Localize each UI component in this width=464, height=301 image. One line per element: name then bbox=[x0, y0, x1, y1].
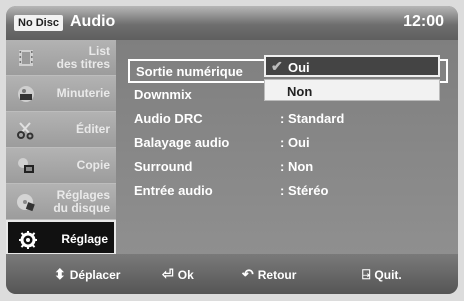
sidebar-item-label: List des titres bbox=[56, 43, 110, 71]
row-value: : Non bbox=[280, 159, 314, 174]
footer-move: ⬍ Déplacer bbox=[54, 266, 120, 283]
footer-ok-label: Ok bbox=[177, 267, 194, 282]
enter-icon: ⏎ bbox=[162, 266, 174, 282]
disc-settings-icon bbox=[17, 194, 35, 212]
footer-back: ↶ Retour bbox=[242, 266, 296, 283]
return-arrow-icon: ↶ bbox=[242, 266, 254, 282]
tv-frame: No Disc Audio 12:00 List des titres Minu… bbox=[0, 0, 464, 301]
footer-ok: ⏎ Ok bbox=[162, 266, 194, 283]
option-oui[interactable]: ✔ Oui bbox=[264, 55, 440, 77]
sidebar-item-copy[interactable]: Copie bbox=[6, 148, 116, 184]
gear-icon bbox=[19, 231, 37, 249]
osd-screen: No Disc Audio 12:00 List des titres Minu… bbox=[6, 6, 458, 294]
option-label: Non bbox=[287, 84, 313, 99]
sidebar-item-label: Minuterie bbox=[56, 86, 110, 100]
exit-door-icon: ⍈ bbox=[362, 266, 371, 282]
film-strip-icon bbox=[19, 50, 33, 66]
disc-status-badge: No Disc bbox=[14, 15, 63, 31]
sidebar-item-label: Réglages du disque bbox=[53, 187, 110, 215]
timer-record-icon bbox=[18, 86, 34, 102]
footer-bar: ⬍ Déplacer ⏎ Ok ↶ Retour ⍈ Quit. bbox=[6, 254, 458, 294]
header-bar: No Disc Audio 12:00 bbox=[6, 6, 458, 40]
sidebar-item-label: Copie bbox=[76, 158, 110, 172]
row-value: : Stéréo bbox=[280, 183, 329, 198]
up-down-arrow-icon: ⬍ bbox=[54, 266, 66, 282]
row-label: Audio DRC bbox=[134, 111, 203, 126]
sidebar-item-edit[interactable]: Éditer bbox=[6, 112, 116, 148]
settings-row-audio-input[interactable]: Entrée audio : Stéréo bbox=[128, 179, 448, 201]
footer-exit-label: Quit. bbox=[374, 267, 402, 282]
page-title: Audio bbox=[70, 13, 116, 30]
footer-back-label: Retour bbox=[257, 267, 297, 282]
sidebar-item-title-list[interactable]: List des titres bbox=[6, 40, 116, 76]
scissors-icon bbox=[17, 122, 34, 140]
settings-row-audio-scan[interactable]: Balayage audio : Oui bbox=[128, 131, 448, 153]
copy-icon bbox=[18, 158, 34, 173]
footer-move-label: Déplacer bbox=[69, 267, 121, 282]
sidebar-item-setup[interactable]: Réglage bbox=[6, 220, 116, 255]
option-non[interactable]: Non bbox=[264, 79, 440, 101]
clock: 12:00 bbox=[403, 13, 444, 30]
sidebar: List des titres Minuterie Éditer Copie R… bbox=[6, 40, 116, 255]
sidebar-item-timer[interactable]: Minuterie bbox=[6, 76, 116, 112]
sidebar-item-disc-settings[interactable]: Réglages du disque bbox=[6, 184, 116, 220]
row-label: Sortie numérique bbox=[136, 64, 243, 79]
sidebar-item-label: Éditer bbox=[75, 122, 110, 136]
row-label: Surround bbox=[134, 159, 193, 174]
row-label: Entrée audio bbox=[134, 183, 213, 198]
digital-output-dropdown[interactable]: ✔ Oui Non bbox=[264, 55, 440, 103]
footer-exit: ⍈ Quit. bbox=[362, 266, 402, 283]
row-value: : Standard bbox=[280, 111, 345, 126]
row-label: Balayage audio bbox=[134, 135, 230, 150]
checkmark-icon: ✔ bbox=[271, 58, 283, 74]
option-label: Oui bbox=[288, 60, 310, 75]
sidebar-item-label: Réglage bbox=[61, 232, 108, 246]
settings-row-surround[interactable]: Surround : Non bbox=[128, 155, 448, 177]
settings-row-audio-drc[interactable]: Audio DRC : Standard bbox=[128, 107, 448, 129]
row-value: : Oui bbox=[280, 135, 310, 150]
row-label: Downmix bbox=[134, 87, 192, 102]
